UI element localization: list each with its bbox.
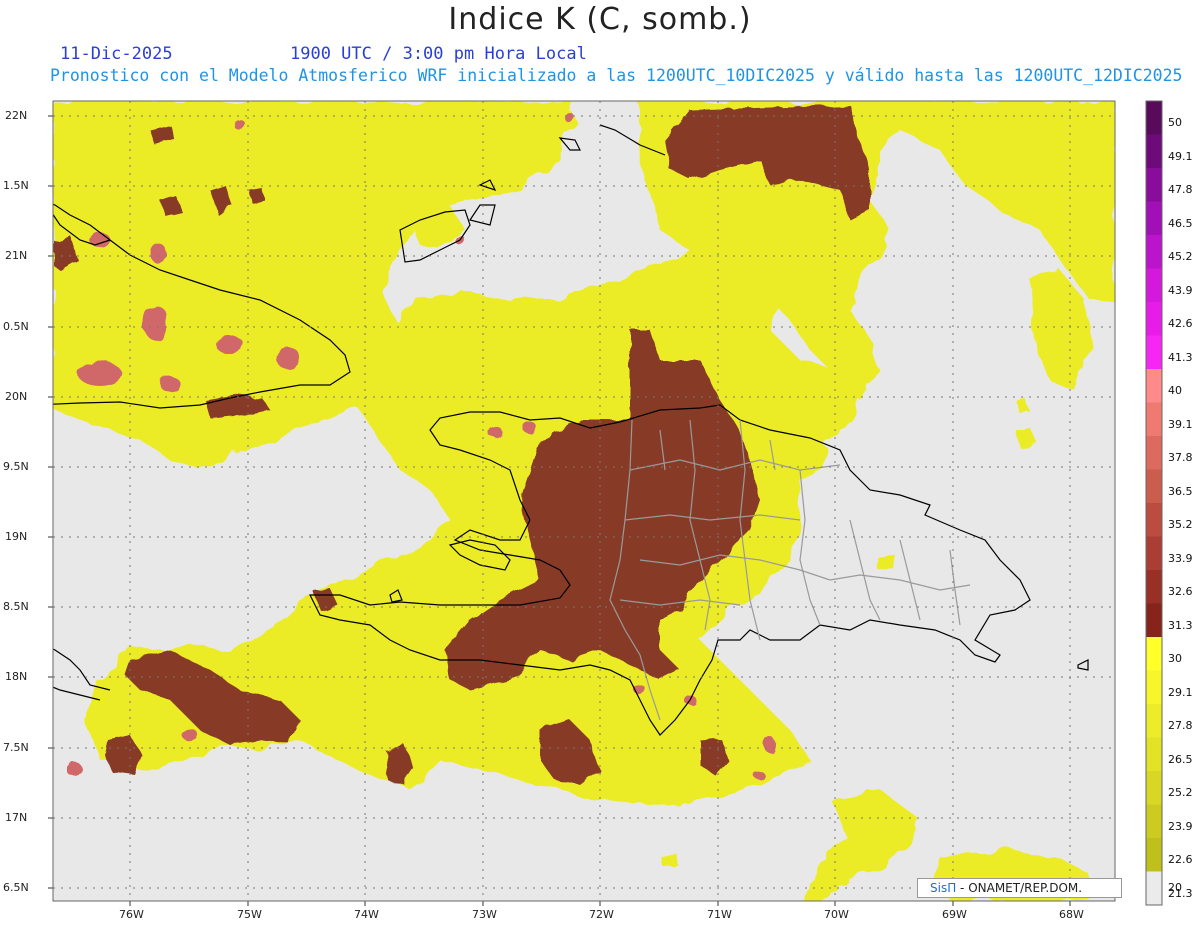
lon-label: 75W bbox=[237, 908, 262, 921]
lat-label: 22N bbox=[5, 109, 28, 122]
credit-box: SisΠ - ONAMET/REP.DOM. bbox=[917, 878, 1122, 898]
colorbar-swatch bbox=[1146, 201, 1162, 236]
colorbar-swatch bbox=[1146, 268, 1162, 303]
colorbar-label: 42.6 bbox=[1168, 317, 1193, 330]
lon-label: 71W bbox=[707, 908, 732, 921]
colorbar-label: 39.1 bbox=[1168, 417, 1193, 431]
colorbar-swatch bbox=[1146, 804, 1162, 839]
colorbar bbox=[1145, 100, 1163, 906]
colorbar-label: 45.2 bbox=[1168, 250, 1193, 263]
colorbar-label: 31.3 bbox=[1168, 618, 1193, 632]
colorbar-swatch bbox=[1146, 503, 1162, 537]
colorbar-label: 49.1 bbox=[1168, 149, 1193, 163]
lat-label: 6.5N bbox=[3, 881, 29, 894]
lat-label: 20N bbox=[5, 390, 28, 403]
colorbar-label: 26.5 bbox=[1168, 752, 1193, 766]
colorbar-label: 35.2 bbox=[1168, 518, 1193, 531]
colorbar-swatch bbox=[1146, 235, 1162, 269]
colorbar-swatch bbox=[1146, 838, 1162, 872]
credit-org: - ONAMET/REP.DOM. bbox=[956, 881, 1083, 895]
lat-label: 19N bbox=[5, 530, 28, 543]
colorbar-label: 50 bbox=[1168, 116, 1182, 129]
credit-brand: SisΠ bbox=[930, 881, 957, 895]
colorbar-swatch bbox=[1146, 369, 1162, 403]
colorbar-label: 41.3 bbox=[1168, 350, 1193, 364]
colorbar-label: 37.8 bbox=[1168, 451, 1193, 464]
colorbar-swatch bbox=[1146, 335, 1162, 370]
colorbar-swatch bbox=[1146, 168, 1162, 202]
lon-label: 76W bbox=[119, 908, 144, 921]
colorbar-swatch bbox=[1146, 670, 1162, 705]
lon-label: 70W bbox=[824, 908, 849, 921]
colorbar-label: 29.1 bbox=[1168, 685, 1193, 699]
lat-label: 0.5N bbox=[3, 320, 29, 333]
lat-label: 21N bbox=[5, 249, 28, 262]
colorbar-label: 20 bbox=[1168, 881, 1182, 895]
colorbar-label: 47.8 bbox=[1168, 183, 1193, 196]
colorbar-swatch bbox=[1146, 469, 1162, 504]
lon-label: 69W bbox=[942, 908, 967, 921]
colorbar-swatch bbox=[1146, 302, 1162, 336]
colorbar-swatch bbox=[1146, 436, 1162, 470]
colorbar-label: 43.9 bbox=[1168, 283, 1193, 297]
colorbar-swatch bbox=[1146, 101, 1162, 135]
colorbar-swatch bbox=[1146, 771, 1162, 805]
colorbar-swatch bbox=[1146, 603, 1162, 638]
lat-label: 18N bbox=[5, 670, 28, 683]
colorbar-label: 40 bbox=[1168, 384, 1182, 397]
colorbar-swatch bbox=[1146, 737, 1162, 772]
colorbar-swatch bbox=[1146, 704, 1162, 738]
colorbar-label: 22.6 bbox=[1168, 853, 1193, 866]
colorbar-label: 23.9 bbox=[1168, 819, 1193, 833]
colorbar-swatch bbox=[1146, 536, 1162, 571]
colorbar-label: 30 bbox=[1168, 652, 1182, 665]
colorbar-swatch bbox=[1146, 570, 1162, 604]
colorbar-label: 46.5 bbox=[1168, 216, 1193, 230]
colorbar-swatch bbox=[1146, 402, 1162, 437]
lat-label: 9.5N bbox=[3, 460, 29, 473]
lon-label: 72W bbox=[589, 908, 614, 921]
colorbar-label: 33.9 bbox=[1168, 551, 1193, 565]
colorbar-label: 27.8 bbox=[1168, 719, 1193, 732]
colorbar-label: 32.6 bbox=[1168, 585, 1193, 598]
lat-label: 8.5N bbox=[3, 600, 29, 613]
lon-label: 73W bbox=[472, 908, 497, 921]
lon-label: 74W bbox=[354, 908, 379, 921]
lat-label: 17N bbox=[5, 811, 28, 824]
lon-label: 68W bbox=[1059, 908, 1084, 921]
lat-label: 1.5N bbox=[3, 179, 29, 192]
colorbar-swatch bbox=[1146, 871, 1162, 906]
colorbar-label: 25.2 bbox=[1168, 786, 1193, 799]
k-index-map bbox=[48, 100, 1163, 906]
colorbar-swatch bbox=[1146, 637, 1162, 671]
lat-label: 7.5N bbox=[3, 741, 29, 754]
colorbar-swatch bbox=[1146, 134, 1162, 169]
colorbar-label: 36.5 bbox=[1168, 484, 1193, 498]
